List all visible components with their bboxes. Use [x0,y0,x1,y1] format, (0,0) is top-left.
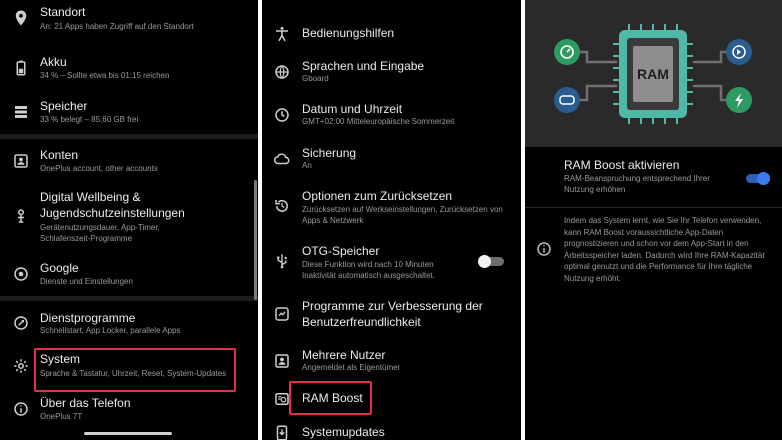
item-subtitle: Dienste und Einstellungen [40,277,133,286]
ram-boost-illustration: RAM [525,0,782,147]
item-subtitle: Schnellstart, App Locker, parallele Apps [40,326,181,335]
item-subtitle: Gerätenutzungsdauer, App-Timer, [40,223,160,232]
settings-item-accounts[interactable]: Konten OnePlus account, other accounts [0,144,258,180]
otg-toggle-knob[interactable] [478,255,491,268]
item-title: Speicher [40,99,88,113]
item-subtitle-line2: Inaktivität automatisch ausgeschaltet. [302,271,435,280]
highlight-box-ram-boost [289,381,372,415]
info-icon [11,399,31,419]
system-item-date-time[interactable]: Datum und Uhrzeit GMT+02:00 Mitteleuropä… [262,99,521,133]
settings-item-battery[interactable]: Akku 34 % – Sollte etwa bis 01:15 reiche… [0,50,258,88]
utilities-icon [11,313,31,333]
item-title-line2: Benutzerfreundlichkeit [302,315,421,329]
ram-boost-description: Indem das System lernt, wie Sie Ihr Tele… [564,216,765,283]
system-item-languages[interactable]: Sprachen und Eingabe Gboard [262,56,521,90]
system-item-backup[interactable]: Sicherung An [262,143,521,177]
highlight-box-system [34,348,236,392]
system-item-multiple-users[interactable]: Mehrere Nutzer Angemeldet als Eigentümer [262,345,521,379]
system-item-reset-options[interactable]: Optionen zum Zurücksetzen Zurücksetzen a… [262,186,521,230]
item-subtitle: Diese Funktion wird nach 10 Minuten [302,260,434,269]
item-title: Optionen zum Zurücksetzen [302,189,453,203]
item-subtitle: Angemeldet als Eigentümer [302,363,401,372]
system-item-accessibility[interactable]: Bedienungshilfen [262,22,521,46]
item-title: Konten [40,148,79,162]
item-subtitle: An [302,161,312,170]
item-title: OTG-Speicher [302,244,380,258]
accounts-icon [11,151,31,171]
item-title-line2: Jugendschutzeinstellungen [40,206,185,220]
settings-item-storage[interactable]: Speicher 33 % belegt – 85,60 GB frei [0,94,258,132]
settings-item-utilities[interactable]: Dienstprogramme Schnellstart, App Locker… [0,308,258,344]
scrollbar[interactable] [254,180,257,300]
globe-icon [272,62,292,82]
accessibility-icon [272,24,292,44]
item-title: Programme zur Verbesserung der [302,299,483,313]
system-item-system-updates[interactable]: Systemupdates [262,421,521,440]
divider [525,207,782,208]
section-divider [0,296,258,301]
google-icon [11,264,31,284]
ram-boost-panel: RAM RAM Boost aktivieren RAM-Beanspruchu… [525,0,782,440]
item-subtitle: OnePlus 7T [40,412,83,421]
item-subtitle: OnePlus account, other accounts [40,164,158,173]
item-subtitle: An: 21 Apps haben Zugriff auf den Stando… [40,22,194,31]
setting-subtitle-line2: Nutzung erhöhen [564,185,626,194]
item-subtitle: Zurücksetzen auf Werkseinstellungen, Zur… [302,205,503,214]
settings-item-digital-wellbeing[interactable]: Digital Wellbeing & Jugendschutzeinstell… [0,186,258,248]
item-title: Google [40,261,79,275]
clock-icon [272,105,292,125]
item-subtitle: Gboard [302,74,329,83]
feedback-icon [272,304,292,324]
item-subtitle-line2: Schlafenszeit-Programme [40,234,133,243]
backup-icon [272,149,292,169]
item-subtitle-line2: Apps & Netzwerk [302,216,364,225]
settings-item-about-phone[interactable]: Über das Telefon OnePlus 7T [0,394,258,430]
chip-label: RAM [637,66,669,82]
settings-item-location[interactable]: Standort An: 21 Apps haben Zugriff auf d… [0,0,258,40]
setting-title: RAM Boost aktivieren [564,158,680,172]
settings-item-google[interactable]: Google Dienste und Einstellungen [0,258,258,294]
system-update-icon [272,423,292,440]
gesture-nav-bar[interactable] [84,432,172,435]
item-title: Standort [40,5,86,19]
ram-boost-enable-setting[interactable]: RAM Boost aktivieren RAM-Beanspruchung e… [525,154,782,200]
system-item-experience-programs[interactable]: Programme zur Verbesserung der Benutzerf… [262,296,521,336]
usb-icon [272,251,292,271]
battery-icon [11,58,31,78]
item-title: Digital Wellbeing & [40,190,141,204]
storage-icon [11,102,31,122]
ram-boost-toggle-knob[interactable] [757,172,770,185]
item-title: Über das Telefon [40,396,131,410]
section-divider [0,134,258,139]
reset-icon [272,196,292,216]
settings-main-panel: Standort An: 21 Apps haben Zugriff auf d… [0,0,258,440]
system-item-otg-storage[interactable]: OTG-Speicher Diese Funktion wird nach 10… [262,241,521,285]
item-subtitle: 34 % – Sollte etwa bis 01:15 reichen [40,71,170,80]
digital-wellbeing-icon [11,206,31,226]
location-pin-icon [11,8,31,28]
item-title: Bedienungshilfen [302,26,395,40]
system-settings-panel: Bedienungshilfen Sprachen und Eingabe Gb… [262,0,521,440]
multiple-users-icon [272,351,292,371]
item-subtitle: 33 % belegt – 85,60 GB frei [40,115,139,124]
gear-icon [11,356,31,376]
setting-subtitle: RAM-Beanspruchung entsprechend Ihrer [564,174,710,183]
item-subtitle: GMT+02:00 Mitteleuropäische Sommerzeit [302,117,455,126]
info-icon [534,239,554,259]
item-title: Systemupdates [302,425,385,439]
item-title: Akku [40,55,67,69]
